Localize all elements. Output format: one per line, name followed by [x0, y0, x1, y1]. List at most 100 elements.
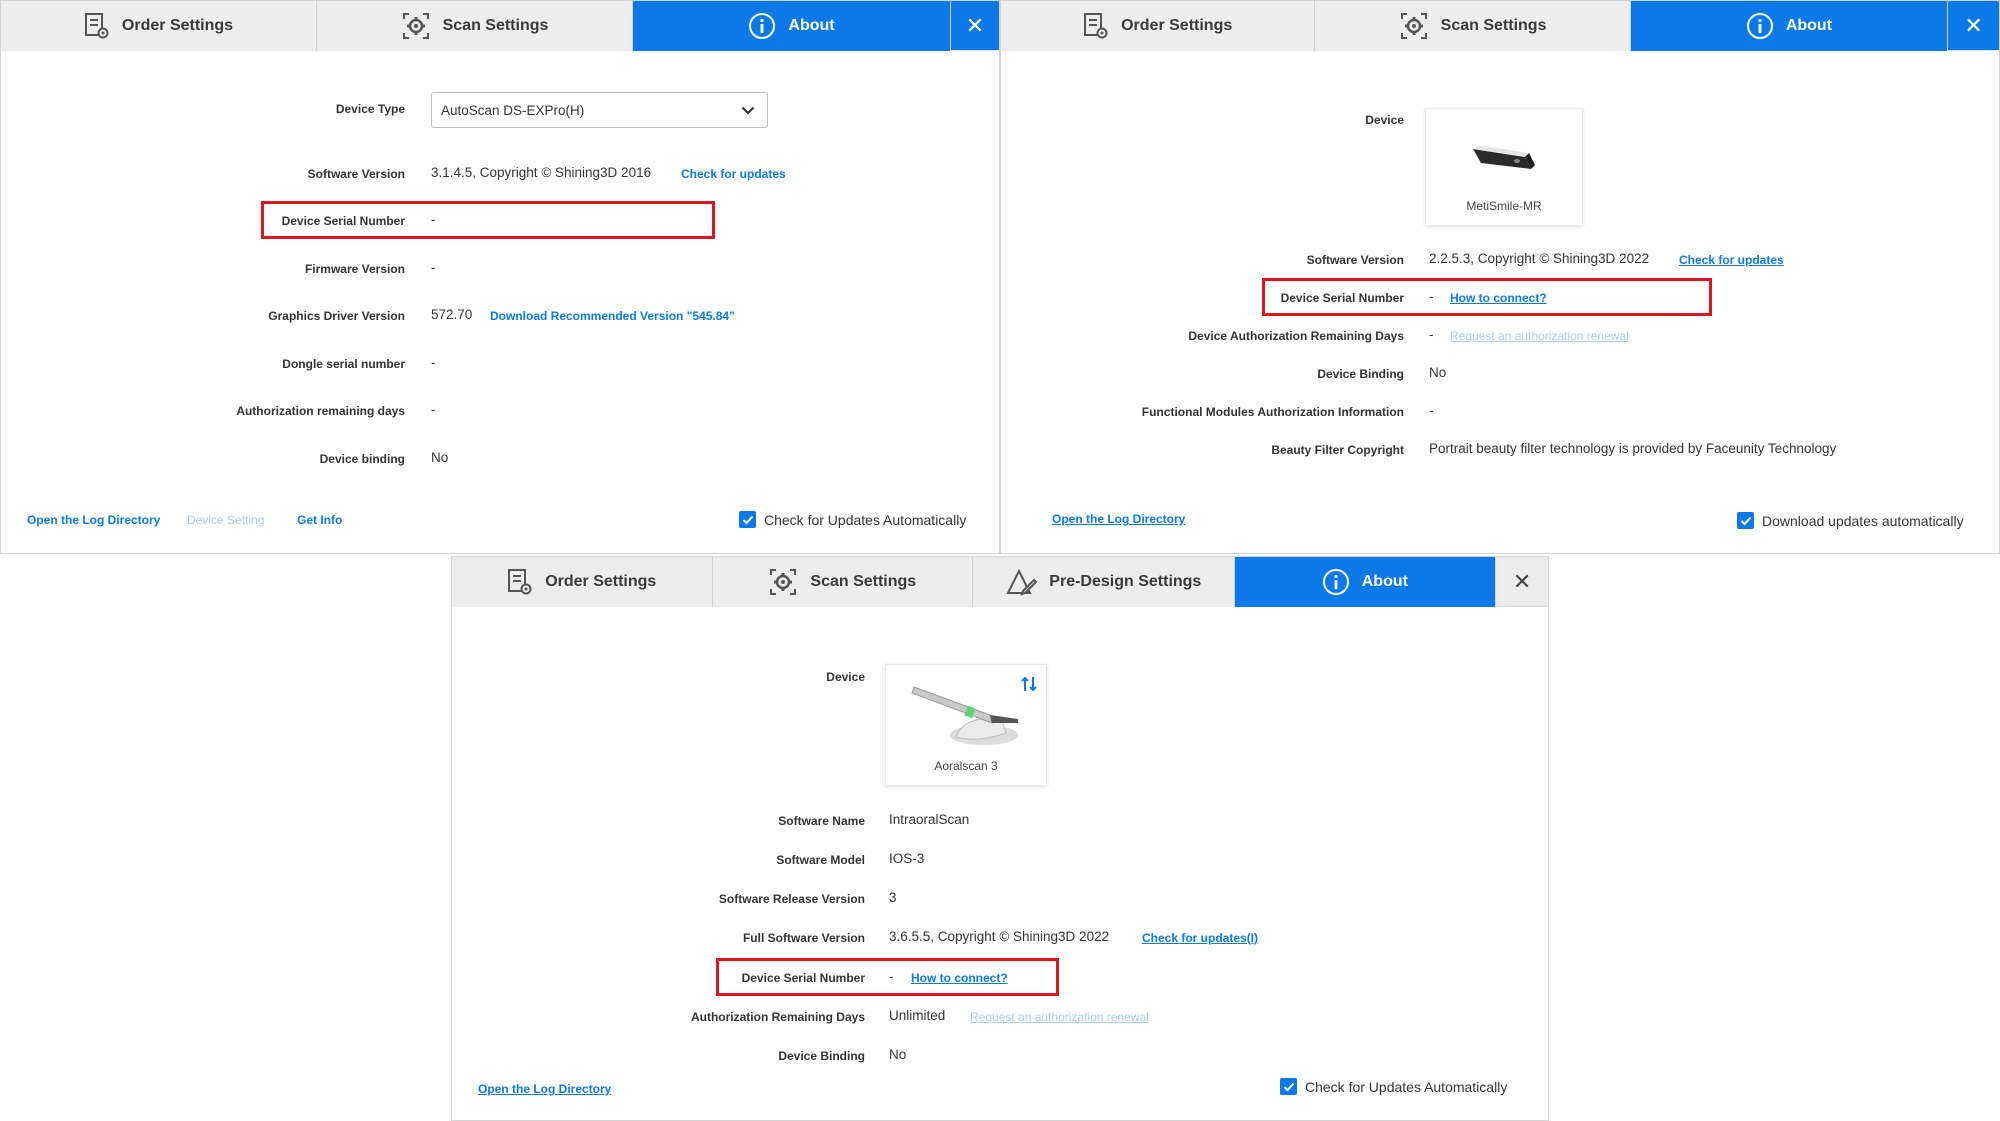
tab-label: About: [1361, 573, 1408, 590]
check-updates-link[interactable]: Check for updates: [1679, 253, 1784, 267]
tab-bar: Order Settings Scan Settings About ✕: [1001, 1, 1999, 51]
device-binding-value: No: [431, 450, 449, 465]
how-to-connect-link[interactable]: How to connect?: [1450, 291, 1547, 305]
about-dialog-metismile: Order Settings Scan Settings About ✕ Dev…: [1000, 0, 2000, 554]
order-settings-icon: [1084, 13, 1108, 39]
full-version-label: Full Software Version: [742, 931, 865, 945]
swap-icon[interactable]: [1020, 675, 1038, 693]
open-log-link[interactable]: Open the Log Directory: [1052, 512, 1185, 526]
dongle-serial-value: -: [431, 355, 436, 370]
auth-remaining-label: Authorization remaining days: [236, 404, 405, 418]
about-dialog-aoralscan: Order Settings Scan Settings Pre-Design …: [451, 556, 1549, 1121]
how-to-connect-link[interactable]: How to connect?: [911, 971, 1008, 985]
tab-scan-settings[interactable]: Scan Settings: [712, 557, 974, 607]
tab-label: About: [788, 17, 835, 34]
tab-scan-settings[interactable]: Scan Settings: [1315, 1, 1631, 51]
close-icon: ✕: [1964, 12, 1983, 38]
device-type-label: Device Type: [335, 102, 405, 116]
tab-bar: Order Settings Scan Settings Pre-Design …: [452, 557, 1548, 607]
beauty-filter-label: Beauty Filter Copyright: [1271, 443, 1404, 457]
request-renewal-link[interactable]: Request an authorization renewal: [1450, 329, 1629, 343]
download-driver-link[interactable]: Download Recommended Version "545.84": [490, 309, 735, 323]
device-binding-value: No: [889, 1047, 907, 1062]
auth-remaining-label: Authorization Remaining Days: [690, 1010, 865, 1024]
release-version-label: Software Release Version: [718, 892, 865, 906]
device-binding-label: Device Binding: [1317, 367, 1404, 381]
intraoral-scanner-image: [911, 686, 1018, 745]
tab-about[interactable]: About: [1234, 557, 1497, 607]
order-settings-icon: [508, 569, 532, 595]
open-log-link[interactable]: Open the Log Directory: [478, 1082, 611, 1096]
device-binding-label: Device Binding: [778, 1049, 865, 1063]
firmware-version-value: -: [431, 260, 436, 275]
device-card[interactable]: Aoralscan 3: [885, 664, 1047, 786]
close-icon: ✕: [965, 12, 985, 38]
info-icon: [749, 13, 776, 39]
device-serial-label: Device Serial Number: [281, 214, 405, 228]
request-renewal-link[interactable]: Request an authorization renewal: [970, 1010, 1149, 1024]
tab-order-settings[interactable]: Order Settings: [452, 557, 713, 607]
tab-scan-settings[interactable]: Scan Settings: [317, 1, 633, 51]
auth-remaining-value: Unlimited: [889, 1008, 946, 1023]
device-label: Device: [1365, 113, 1404, 127]
auto-update-label: Check for Updates Automatically: [1305, 1078, 1508, 1095]
tab-label: Order Settings: [545, 573, 657, 590]
device-binding-value: No: [1429, 365, 1447, 380]
gear-icon: [770, 569, 797, 595]
check-updates-link[interactable]: Check for updates(I): [1142, 931, 1258, 945]
tab-label: Pre-Design Settings: [1049, 573, 1202, 590]
device-card[interactable]: MetiSmile-MR: [1425, 108, 1583, 226]
graphics-driver-value: 572.70: [431, 307, 473, 322]
auth-remaining-value: -: [431, 402, 436, 417]
tab-about[interactable]: About: [633, 1, 951, 51]
auth-remaining-label: Device Authorization Remaining Days: [1188, 329, 1404, 343]
software-name-label: Software Name: [778, 814, 865, 828]
tab-about[interactable]: About: [1630, 1, 1949, 51]
about-dialog-autoscan: Order Settings Scan Settings About ✕ Dev…: [0, 0, 1000, 554]
close-icon: ✕: [1512, 568, 1532, 594]
auto-update-checkbox[interactable]: Download updates automatically: [1737, 512, 1964, 529]
pre-design-icon: [1006, 568, 1038, 596]
open-log-link[interactable]: Open the Log Directory: [27, 513, 160, 527]
auth-remaining-value: -: [1429, 327, 1434, 342]
auto-update-label: Check for Updates Automatically: [764, 511, 967, 528]
device-label: Device: [826, 670, 865, 684]
functional-modules-value: -: [1429, 403, 1434, 418]
auto-update-label: Download updates automatically: [1762, 512, 1964, 529]
beauty-filter-value: Portrait beauty filter technology is pro…: [1429, 441, 1837, 456]
tab-bar: Order Settings Scan Settings About ✕: [1, 1, 999, 51]
device-serial-value: -: [431, 212, 436, 227]
tab-label: Scan Settings: [442, 17, 549, 34]
tab-pre-design-settings[interactable]: Pre-Design Settings: [973, 557, 1235, 607]
device-serial-label: Device Serial Number: [741, 971, 865, 985]
auto-update-checkbox[interactable]: Check for Updates Automatically: [1280, 1078, 1507, 1095]
close-button[interactable]: ✕: [1496, 557, 1548, 606]
scanner-device-image: [1473, 145, 1535, 169]
close-button[interactable]: ✕: [1948, 1, 1999, 50]
dongle-serial-label: Dongle serial number: [282, 357, 405, 371]
device-name: Aoralscan 3: [934, 759, 998, 773]
get-info-link[interactable]: Get Info: [297, 513, 342, 527]
device-type-select[interactable]: AutoScan DS-EXPro(H): [431, 92, 768, 128]
software-version-value: 3.1.4.5, Copyright © Shining3D 2016: [431, 165, 652, 180]
device-serial-value: -: [889, 969, 894, 984]
device-binding-label: Device binding: [319, 452, 405, 466]
tab-label: Scan Settings: [810, 573, 917, 590]
check-updates-link[interactable]: Check for updates: [681, 167, 786, 181]
tab-order-settings[interactable]: Order Settings: [1, 1, 317, 51]
checkbox-checked-icon: [739, 511, 756, 528]
software-version-value: 2.2.5.3, Copyright © Shining3D 2022: [1429, 251, 1650, 266]
gear-icon: [402, 13, 429, 39]
software-version-label: Software Version: [1306, 253, 1404, 267]
checkbox-checked-icon: [1280, 1078, 1297, 1095]
info-icon: [1322, 569, 1349, 595]
functional-modules-label: Functional Modules Authorization Informa…: [1141, 405, 1404, 419]
device-setting-link[interactable]: Device Setting: [187, 513, 264, 527]
gear-icon: [1400, 13, 1427, 39]
tab-order-settings[interactable]: Order Settings: [1001, 1, 1316, 51]
device-name: MetiSmile-MR: [1466, 199, 1542, 213]
chevron-down-icon: [741, 106, 755, 115]
close-button[interactable]: ✕: [951, 1, 999, 50]
software-model-label: Software Model: [776, 853, 865, 867]
auto-update-checkbox[interactable]: Check for Updates Automatically: [739, 511, 966, 528]
